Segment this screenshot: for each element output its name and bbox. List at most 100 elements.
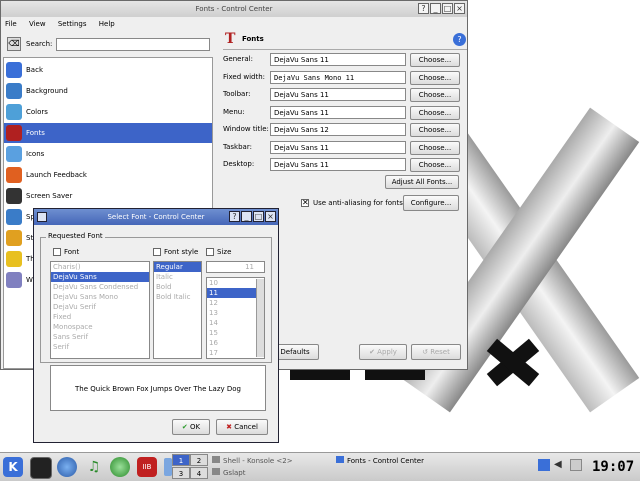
task-control-center[interactable]: Fonts - Control Center [336, 455, 486, 467]
clock[interactable]: 19:07 [592, 456, 636, 478]
close-button[interactable]: × [454, 3, 465, 14]
sidebar-item-fonts[interactable]: Fonts [4, 123, 212, 143]
font-row-label: General: [223, 55, 253, 63]
clipboard-icon[interactable] [570, 459, 582, 471]
minimize-button[interactable]: _ [430, 3, 441, 14]
choose-font-button[interactable]: Choose... [410, 140, 460, 155]
font-row-label: Window title: [223, 125, 269, 133]
dialog-titlebar[interactable]: Select Font - Control Center ? _ □ × [34, 209, 278, 225]
font-checkbox[interactable] [53, 248, 61, 256]
font-row-label: Taskbar: [223, 142, 252, 151]
adjust-all-fonts-button[interactable]: Adjust All Fonts... [385, 175, 459, 189]
maximize-button[interactable]: □ [442, 3, 453, 14]
k-menu-icon[interactable]: K [3, 457, 23, 477]
sidebar-item-colors[interactable]: Colors [4, 102, 212, 122]
task-konsole[interactable]: Shell - Konsole <2> [212, 455, 332, 467]
desktop-1[interactable]: 1 [172, 454, 190, 466]
choose-font-button[interactable]: Choose... [410, 88, 460, 102]
apply-label: Apply [377, 348, 397, 356]
sidebar-item-background[interactable]: Background [4, 81, 212, 101]
desktop-3[interactable]: 3 [172, 467, 190, 479]
music-icon[interactable]: ♫ [84, 457, 104, 477]
search-input[interactable] [56, 38, 210, 51]
font-label: Font [64, 248, 80, 256]
desktop-2[interactable]: 2 [190, 454, 208, 466]
check-icon: ✔ [181, 423, 190, 431]
font-row-label: Fixed width: [223, 72, 266, 81]
font-list-item[interactable]: DejaVu Serif [51, 302, 149, 312]
sidebar-item-icons[interactable]: Icons [4, 144, 212, 164]
sidebar-item-label: Icons [26, 150, 45, 158]
font-list-item[interactable]: Monospace [51, 322, 149, 332]
font-list-item[interactable]: DejaVu Sans Condensed [51, 282, 149, 292]
size-checkbox[interactable] [206, 248, 214, 256]
font-style-item[interactable]: Regular [154, 262, 201, 272]
font-value-field: DejaVu Sans 11 [270, 140, 406, 154]
network-icon[interactable] [538, 459, 550, 471]
font-value-field: DejaVu Sans 11 [270, 158, 406, 171]
help-icon[interactable]: ? [453, 33, 466, 46]
apply-button[interactable]: ✔ Apply [359, 344, 407, 360]
font-list[interactable]: Charis() DejaVu Sans DejaVu Sans Condense… [50, 261, 150, 359]
choose-font-button[interactable]: Choose... [410, 105, 460, 120]
configure-button[interactable]: Configure... [403, 195, 459, 211]
choose-font-button[interactable]: Choose... [410, 70, 460, 85]
font-style-list[interactable]: Regular Italic Bold Bold Italic [153, 261, 202, 359]
font-list-item[interactable]: Fixed [51, 312, 149, 322]
list-item[interactable]: Charis() [51, 262, 149, 272]
show-desktop-icon[interactable] [164, 458, 172, 476]
sidebar-item-screen-saver[interactable]: Screen Saver [4, 186, 212, 206]
menu-view[interactable]: View [29, 20, 46, 28]
window-icon [6, 272, 22, 288]
menu-help[interactable]: Help [99, 20, 115, 28]
sidebar-item-label: Back [26, 66, 43, 74]
desktop-4[interactable]: 4 [190, 467, 208, 479]
menu-settings[interactable]: Settings [58, 20, 87, 28]
ok-button[interactable]: ✔ OK [172, 419, 210, 435]
fonts-icon: T [225, 31, 236, 47]
browser-icon[interactable] [57, 457, 77, 477]
antialias-checkbox[interactable]: ✕ [301, 199, 309, 207]
cancel-button[interactable]: ✖ Cancel [216, 419, 268, 435]
font-value-field: DejaVu Sans 11 [270, 88, 406, 101]
choose-font-button[interactable]: Choose... [410, 53, 460, 67]
fonts-icon [6, 125, 22, 141]
font-list-item[interactable]: Serif [51, 342, 149, 352]
dialog-minimize-button[interactable]: _ [241, 211, 252, 222]
sidebar-item-label: Background [26, 87, 68, 95]
volume-icon[interactable]: ◀ [554, 459, 566, 471]
choose-font-button[interactable]: Choose... [410, 123, 460, 137]
terminal-icon[interactable] [30, 457, 52, 479]
dialog-maximize-button[interactable]: □ [253, 211, 264, 222]
control-center-titlebar[interactable]: Fonts - Control Center ? _ □ × [1, 1, 467, 17]
help-titlebar-button[interactable]: ? [418, 3, 429, 14]
antialias-label: Use anti-aliasing for fonts [313, 199, 403, 207]
sidebar-item-launch-feedback[interactable]: Launch Feedback [4, 165, 212, 185]
app-menu-icon[interactable] [37, 212, 47, 222]
cancel-label: Cancel [234, 423, 258, 431]
app-icon[interactable]: IIB [137, 457, 157, 477]
icons-icon [6, 146, 22, 162]
task-gslapt[interactable]: Gslapt [212, 467, 332, 479]
size-spinbox[interactable]: 11 [206, 261, 265, 273]
font-style-item[interactable]: Bold [154, 282, 201, 292]
reset-button[interactable]: ↺ Reset [411, 344, 461, 360]
dialog-help-button[interactable]: ? [229, 211, 240, 222]
font-style-checkbox[interactable] [153, 248, 161, 256]
font-list-item[interactable]: DejaVu Sans Mono [51, 292, 149, 302]
divider [223, 49, 467, 50]
font-list-item[interactable]: DejaVu Sans [51, 272, 149, 282]
font-style-item[interactable]: Bold Italic [154, 292, 201, 302]
clear-search-icon[interactable]: ⌫ [7, 37, 21, 51]
menu-file[interactable]: File [5, 20, 17, 28]
dialog-close-button[interactable]: × [265, 211, 276, 222]
choose-font-button[interactable]: Choose... [410, 158, 460, 172]
colors-icon [6, 104, 22, 120]
font-style-item[interactable]: Italic [154, 272, 201, 282]
size-scrollbar[interactable] [256, 279, 264, 357]
font-list-item[interactable]: Sans Serif [51, 332, 149, 342]
sidebar-item-back[interactable]: Back [4, 60, 212, 80]
style-icon [6, 230, 22, 246]
media-player-icon[interactable] [110, 457, 130, 477]
font-preview[interactable]: The Quick Brown Fox Jumps Over The Lazy … [50, 365, 266, 411]
